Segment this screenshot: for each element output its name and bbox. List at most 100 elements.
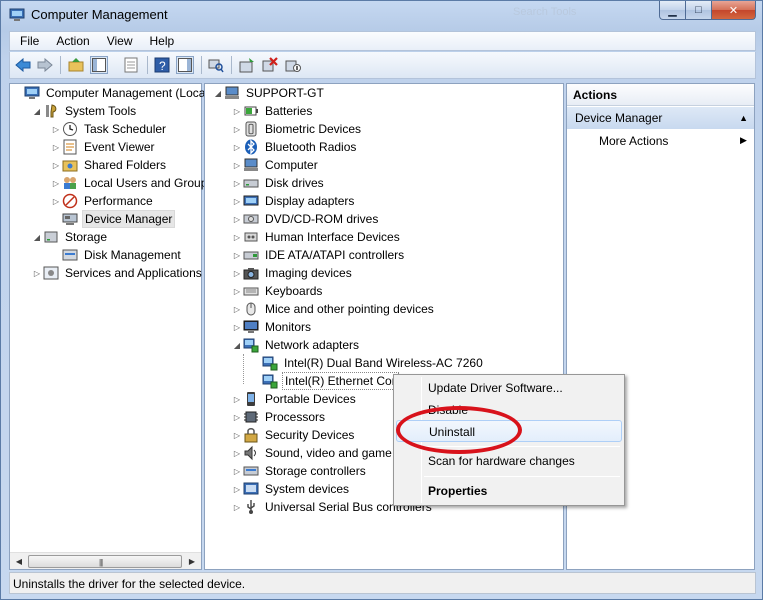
expand-arrow-icon[interactable]: ▷ [231,197,243,206]
device-tree-item[interactable]: ▷ Sound, video and game [231,444,394,462]
device-tree-root[interactable]: ◢ SUPPORT-GT [212,84,326,102]
expand-arrow-icon[interactable]: ▷ [231,413,243,422]
device-tree-item[interactable]: ▷ System devices [231,480,351,498]
device-tree-item[interactable]: ▷ Computer [231,156,320,174]
computer-management-icon [24,86,40,99]
collapse-arrow-icon[interactable]: ◢ [31,107,43,116]
device-tree-item[interactable]: ▷ Portable Devices [231,390,358,408]
menu-help[interactable]: Help [140,34,182,48]
expand-arrow-icon[interactable]: ▷ [231,269,243,278]
device-tree-item[interactable]: Intel(R) Dual Band Wireless-AC 7260 [250,354,485,372]
scan-hardware-button[interactable] [207,56,225,74]
back-button[interactable] [14,56,32,74]
device-tree-item[interactable]: ▷ Keyboards [231,282,324,300]
device-tree-label: Human Interface Devices [265,230,400,244]
minimize-button[interactable]: ▁ [659,1,686,20]
device-tree-item[interactable]: ▷ Batteries [231,102,314,120]
console-tree-item[interactable]: ▷ Local Users and Groups [50,174,215,192]
collapse-up-icon[interactable]: ▲ [739,113,748,123]
device-tree-label: Sound, video and game [265,446,392,460]
collapse-arrow-icon[interactable]: ◢ [31,233,43,242]
device-tree-item[interactable]: Intel(R) Ethernet Cor [250,372,399,390]
expand-arrow-icon[interactable]: ▷ [50,161,62,170]
device-tree-item[interactable]: ▷ Bluetooth Radios [231,138,358,156]
menu-view[interactable]: View [97,34,140,48]
expand-arrow-icon[interactable]: ▷ [50,143,62,152]
console-tree-item[interactable]: ▷ Task Scheduler [50,120,168,138]
show-hide-action-pane-button[interactable] [176,56,194,74]
collapse-arrow-icon[interactable]: ◢ [231,341,243,350]
device-tree-item[interactable]: ▷ Storage controllers [231,462,368,480]
expand-arrow-icon[interactable]: ▷ [231,395,243,404]
device-tree-item[interactable]: ▷ Monitors [231,318,313,336]
title-bar[interactable]: Computer Management Search Tools ▁ □ ✕ [1,1,762,31]
expand-arrow-icon[interactable]: ▷ [31,269,43,278]
expand-arrow-icon[interactable]: ▷ [231,179,243,188]
device-tree-item[interactable]: ▷ Display adapters [231,192,356,210]
expand-arrow-icon[interactable]: ▷ [231,251,243,260]
menu-file[interactable]: File [10,34,46,48]
close-button[interactable]: ✕ [712,1,756,20]
scrollbar-thumb[interactable]: ||| [28,555,182,568]
expand-arrow-icon[interactable]: ▷ [231,287,243,296]
expand-arrow-icon[interactable]: ▷ [231,305,243,314]
console-tree-item[interactable]: Device Manager [50,210,176,228]
device-tree-item[interactable]: ▷ Human Interface Devices [231,228,402,246]
device-tree-item[interactable]: ▷ Imaging devices [231,264,354,282]
horizontal-scrollbar[interactable]: ◀ ||| ▶ [10,552,201,569]
device-tree-item[interactable]: ▷ Mice and other pointing devices [231,300,436,318]
console-tree-item[interactable]: ▷ Performance [50,192,155,210]
expand-arrow-icon[interactable]: ▷ [50,125,62,134]
help-button[interactable]: ? [153,56,171,74]
expand-arrow-icon[interactable]: ▷ [231,485,243,494]
context-scan-hardware[interactable]: Scan for hardware changes [396,450,622,472]
console-tree-item[interactable]: ◢ System Tools [31,102,138,120]
actions-section-device-manager[interactable]: Device Manager ▲ [567,107,754,129]
collapse-arrow-icon[interactable]: ◢ [212,89,224,98]
more-actions-link[interactable]: More Actions [599,134,668,148]
show-hide-console-tree-button[interactable] [90,56,108,74]
context-properties[interactable]: Properties [396,480,622,502]
device-tree-item[interactable]: ▷ IDE ATA/ATAPI controllers [231,246,406,264]
console-tree-item[interactable]: ▷ Services and Applications [31,264,204,282]
expand-arrow-icon[interactable]: ▷ [50,197,62,206]
expand-arrow-icon[interactable]: ▷ [231,143,243,152]
expand-arrow-icon[interactable]: ▷ [231,215,243,224]
device-tree-item[interactable]: ▷ Security Devices [231,426,356,444]
processor-icon [244,411,258,423]
menu-action[interactable]: Action [46,34,96,48]
device-tree-item[interactable]: ▷ DVD/CD-ROM drives [231,210,380,228]
forward-button[interactable] [36,56,54,74]
network-adapter-icon [262,374,278,389]
expand-arrow-icon[interactable]: ▷ [231,449,243,458]
expand-arrow-icon[interactable]: ▷ [231,467,243,476]
console-tree-item[interactable]: Computer Management (Local [12,84,210,102]
expand-arrow-icon[interactable]: ▷ [231,323,243,332]
up-level-button[interactable] [67,56,85,74]
device-tree-item[interactable]: ▷ Disk drives [231,174,326,192]
expand-arrow-icon[interactable]: ▷ [231,233,243,242]
device-tree-item[interactable]: ▷ Biometric Devices [231,120,363,138]
console-tree-item[interactable]: Disk Management [50,246,183,264]
uninstall-button[interactable] [261,56,279,74]
expand-arrow-icon[interactable]: ▷ [231,503,243,512]
scroll-left-icon[interactable]: ◀ [12,555,26,568]
context-update-driver[interactable]: Update Driver Software... [396,377,622,399]
expand-arrow-icon[interactable]: ▷ [50,179,62,188]
maximize-button[interactable]: □ [686,1,712,20]
expand-arrow-icon[interactable]: ▷ [231,125,243,134]
expand-arrow-icon[interactable]: ▷ [231,431,243,440]
expand-arrow-icon[interactable]: ▷ [231,107,243,116]
scroll-right-icon[interactable]: ▶ [185,555,199,568]
device-tree-item[interactable]: ▷ Processors [231,408,327,426]
maximize-icon: □ [695,4,702,16]
console-tree-pane[interactable]: ◀ ||| ▶ Computer Management (Local ◢ Syste… [9,83,213,570]
properties-sheet-button[interactable] [122,56,140,74]
console-tree-item[interactable]: ▷ Shared Folders [50,156,168,174]
update-driver-button[interactable] [238,56,256,74]
device-tree-item[interactable]: ◢ Network adapters [231,336,361,354]
console-tree-item[interactable]: ▷ Event Viewer [50,138,156,156]
expand-arrow-icon[interactable]: ▷ [231,161,243,170]
disable-button[interactable] [284,56,302,74]
console-tree-item[interactable]: ◢ Storage [31,228,109,246]
